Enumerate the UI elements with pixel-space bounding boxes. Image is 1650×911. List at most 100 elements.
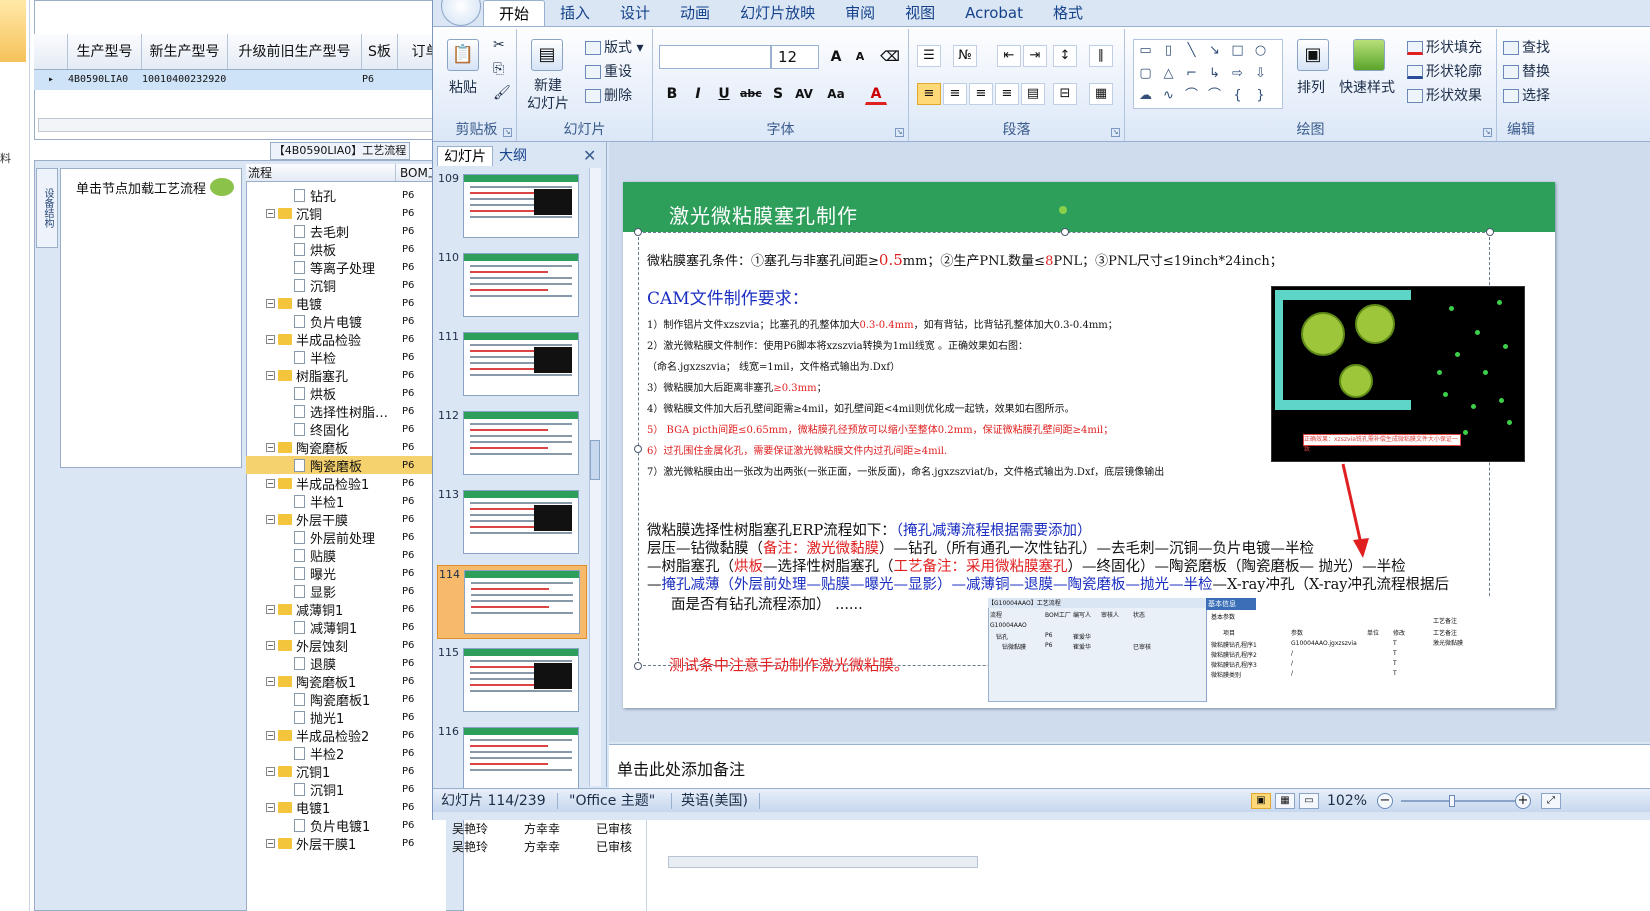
align-left-icon[interactable]: ≡ (917, 83, 941, 105)
theme-name[interactable]: "Office 主题" (569, 789, 655, 813)
collapse-icon[interactable]: − (266, 766, 275, 776)
collapse-icon[interactable]: − (266, 478, 275, 488)
erp-module-button[interactable] (0, 0, 26, 62)
tab-animation[interactable]: 动画 (665, 0, 725, 26)
tree-node[interactable]: − 电镀 P6 (246, 294, 446, 313)
grid-col-header[interactable]: 生产型号 (68, 34, 142, 69)
tab-acrobat[interactable]: Acrobat (950, 0, 1038, 26)
tree-node[interactable]: 烘板 P6 (246, 240, 446, 259)
grid-col-header[interactable]: S板 (362, 34, 398, 69)
arrow-shape-icon[interactable]: ↘ (1203, 40, 1226, 63)
collapse-icon[interactable]: − (266, 802, 275, 812)
oval-shape-icon[interactable]: ○ (1249, 40, 1272, 63)
collapse-icon[interactable]: − (266, 676, 275, 686)
align-right-icon[interactable]: ≡ (969, 83, 993, 105)
notes-pane[interactable] (609, 744, 1650, 788)
slide-thumbnail[interactable]: 112 (437, 407, 587, 481)
roundrect-shape-icon[interactable]: ▢ (1134, 63, 1157, 86)
table-row[interactable]: ▸ 4B0590LIA0 10010400232920 P6 (34, 70, 454, 90)
arc-shape-icon[interactable]: ⌒ (1180, 85, 1203, 108)
collapse-icon[interactable]: − (266, 640, 275, 650)
cut-icon[interactable]: ✂ (493, 37, 505, 53)
shape-fill-button[interactable]: 形状填充 (1407, 37, 1482, 57)
freeform-shape-icon[interactable]: ☁ (1134, 85, 1157, 108)
arc2-shape-icon[interactable]: ⌒ (1203, 85, 1226, 108)
language[interactable]: 英语(美国) (681, 789, 748, 813)
zoom-out-icon[interactable]: − (1377, 793, 1393, 809)
fit-window-icon[interactable]: ⤢ (1541, 793, 1561, 809)
tree-node[interactable]: − 外层蚀刻 P6 (246, 636, 446, 655)
select-button[interactable]: 选择 (1503, 85, 1550, 105)
erp-scrollbar[interactable] (668, 856, 978, 868)
tree-node[interactable]: 曝光 P6 (246, 564, 446, 583)
erp-grid-scrollbar[interactable] (38, 118, 458, 132)
tab-slideshow[interactable]: 幻灯片放映 (725, 0, 830, 26)
tree-node[interactable]: − 树脂塞孔 P6 (246, 366, 446, 385)
normal-view-icon[interactable]: ▣ (1251, 793, 1271, 809)
slide-thumbnail[interactable]: 109 (437, 170, 587, 244)
line-shape-icon[interactable]: ╲ (1180, 40, 1203, 63)
tree-node[interactable]: − 陶瓷磨板 P6 (246, 438, 446, 457)
increase-indent-icon[interactable]: ⇥ (1023, 45, 1047, 67)
notes-placeholder[interactable]: 单击此处添加备注 (617, 756, 745, 780)
tree-node[interactable]: 半检1 P6 (246, 492, 446, 511)
tree-node[interactable]: − 减薄铜1 P6 (246, 600, 446, 619)
quick-styles-button[interactable]: 快速样式 (1339, 77, 1395, 97)
zoom-slider[interactable] (1401, 800, 1521, 802)
resize-handle[interactable] (634, 662, 642, 670)
tree-col-header[interactable]: 流程 (246, 164, 396, 181)
tab-design[interactable]: 设计 (605, 0, 665, 26)
bullets-icon[interactable]: ☰ (917, 45, 941, 67)
tree-node[interactable]: 退膜 P6 (246, 654, 446, 673)
zoom-level[interactable]: 102% (1327, 789, 1367, 813)
dialog-launcher-icon[interactable]: ↘ (1483, 128, 1492, 137)
char-spacing-icon[interactable]: AV (793, 83, 815, 105)
decrease-indent-icon[interactable]: ⇤ (997, 45, 1021, 67)
tree-node[interactable]: 负片电镀 P6 (246, 312, 446, 331)
tree-node[interactable]: 烘板 P6 (246, 384, 446, 403)
tree-node[interactable]: − 沉铜 P6 (246, 204, 446, 223)
vertical-tab[interactable]: 设备结构 (36, 168, 58, 248)
tab-outline[interactable]: 大纲 (493, 146, 533, 166)
slideshow-view-icon[interactable]: ▭ (1299, 793, 1319, 809)
tree-node[interactable]: − 半成品检验1 P6 (246, 474, 446, 493)
collapse-icon[interactable]: − (266, 604, 275, 614)
clear-format-icon[interactable]: ⌫ (879, 46, 901, 68)
collapse-icon[interactable]: − (266, 298, 275, 308)
rect-shape-icon[interactable]: □ (1226, 40, 1249, 63)
distribute-icon[interactable]: ▤ (1021, 83, 1045, 105)
slide-title[interactable]: 激光微粘膜塞孔制作 (669, 200, 858, 229)
tree-node[interactable]: − 外层干膜1 P6 (246, 834, 446, 853)
tree-node[interactable]: 半检 P6 (246, 348, 446, 367)
slide-thumbnail[interactable]: 111 (437, 328, 587, 402)
sorter-view-icon[interactable]: ▦ (1275, 793, 1295, 809)
italic-icon[interactable]: I (687, 83, 709, 105)
rotate-handle[interactable] (1059, 206, 1067, 214)
tree-node[interactable]: 钻孔 P6 (246, 186, 446, 205)
underline-icon[interactable]: U (713, 83, 735, 105)
collapse-icon[interactable]: − (266, 208, 275, 218)
brace-right-shape-icon[interactable]: } (1249, 85, 1272, 108)
replace-button[interactable]: 替换 (1503, 61, 1550, 81)
tab-home[interactable]: 开始 (483, 0, 546, 26)
collapse-icon[interactable]: − (266, 838, 275, 848)
right-arrow-shape-icon[interactable]: ⇨ (1226, 63, 1249, 86)
resize-handle[interactable] (634, 445, 642, 453)
shape-effects-button[interactable]: 形状效果 (1407, 85, 1482, 105)
shapes-gallery[interactable]: ▭ ▯ ╲ ↘ □ ○ ▢ △ ⌐ ↳ ⇨ ⇩ ☁ ∿ ⌒ ⌒{} (1133, 39, 1283, 109)
tree-node[interactable]: − 半成品检验2 P6 (246, 726, 446, 745)
zoom-slider-knob[interactable] (1449, 795, 1455, 807)
bold-icon[interactable]: B (661, 83, 683, 105)
collapse-icon[interactable]: − (266, 334, 275, 344)
dialog-launcher-icon[interactable]: ↘ (503, 128, 512, 137)
shrink-font-icon[interactable]: A (849, 46, 871, 68)
new-slide-button[interactable]: 新建 幻灯片 (527, 77, 569, 113)
format-painter-icon[interactable]: 🖌 (493, 85, 511, 101)
tree-node[interactable]: 半检2 P6 (246, 744, 446, 763)
close-icon[interactable]: ✕ (583, 146, 596, 165)
reset-button[interactable]: 重设 (585, 61, 632, 81)
tree-node[interactable]: 陶瓷磨板1 P6 (246, 690, 446, 709)
curve-shape-icon[interactable]: ∿ (1157, 85, 1180, 108)
collapse-icon[interactable]: − (266, 370, 275, 380)
tree-node[interactable]: − 陶瓷磨板1 P6 (246, 672, 446, 691)
